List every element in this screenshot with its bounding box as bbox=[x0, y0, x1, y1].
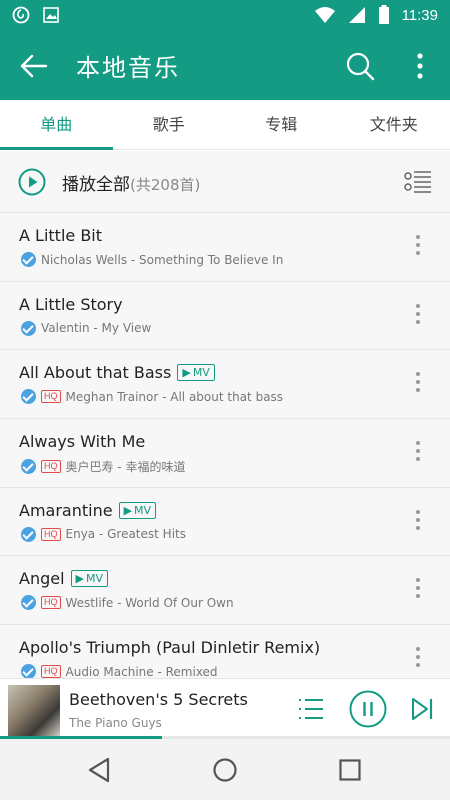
song-title: Amarantine bbox=[19, 500, 113, 520]
song-title: Angel bbox=[19, 569, 65, 589]
song-title-row: Amarantine ▶ MV bbox=[19, 500, 157, 520]
mv-badge[interactable]: ▶ MV bbox=[118, 501, 157, 519]
list-item[interactable]: Angel ▶ MV HQ Westlife - World Of Our Own bbox=[0, 556, 450, 626]
nav-back-icon[interactable] bbox=[86, 756, 114, 784]
song-subtitle: Nicholas Wells - Something To Believe In bbox=[41, 252, 284, 267]
play-all-label[interactable]: 播放全部(共208首) bbox=[62, 170, 200, 195]
album-cover[interactable] bbox=[8, 685, 60, 737]
song-more-icon[interactable] bbox=[412, 647, 424, 671]
tab-albums[interactable]: 专辑 bbox=[225, 100, 338, 149]
list-item[interactable]: All About that Bass ▶ MV HQ Meghan Traino… bbox=[0, 350, 450, 420]
hq-badge: HQ bbox=[41, 460, 61, 474]
song-more-icon[interactable] bbox=[412, 441, 424, 465]
wifi-icon bbox=[314, 7, 335, 23]
nav-recents-icon[interactable] bbox=[336, 756, 364, 784]
play-all-bar[interactable]: 播放全部(共208首) bbox=[0, 151, 450, 213]
song-meta: HQ Enya - Greatest Hits bbox=[21, 526, 186, 542]
song-list[interactable]: A Little Bit Nicholas Wells - Something … bbox=[0, 213, 450, 678]
skip-next-icon[interactable] bbox=[410, 696, 434, 722]
song-subtitle: Valentin - My View bbox=[41, 321, 152, 336]
song-subtitle: Audio Machine - Remixed bbox=[65, 664, 218, 678]
mv-badge[interactable]: ▶ MV bbox=[177, 364, 215, 382]
mv-play-icon: ▶ bbox=[75, 572, 84, 586]
tab-bar: 单曲 歌手 专辑 文件夹 bbox=[0, 100, 450, 150]
song-meta: Nicholas Wells - Something To Believe In bbox=[21, 252, 283, 267]
pause-icon[interactable] bbox=[349, 690, 387, 728]
song-subtitle: 奥户巴寿 - 幸福的味道 bbox=[65, 460, 186, 475]
song-title-row: Angel ▶ MV bbox=[19, 569, 109, 589]
song-title: Apollo's Triumph (Paul Dinletir Remix) bbox=[19, 638, 321, 658]
signal-icon bbox=[348, 7, 365, 23]
play-circle-icon[interactable] bbox=[18, 168, 46, 196]
page-title: 本地音乐 bbox=[76, 54, 180, 82]
song-count: (共208首) bbox=[130, 176, 201, 194]
app-bar: 本地音乐 bbox=[0, 32, 450, 100]
image-icon bbox=[43, 7, 59, 23]
verified-check-icon bbox=[21, 252, 36, 267]
song-subtitle: Meghan Trainor - All about that bass bbox=[65, 389, 284, 404]
clock: 11:39 bbox=[401, 6, 438, 24]
mv-label: MV bbox=[192, 366, 210, 380]
multi-select-list-icon[interactable] bbox=[404, 170, 432, 194]
song-more-icon[interactable] bbox=[412, 578, 424, 602]
verified-check-icon bbox=[21, 595, 36, 611]
battery-icon bbox=[378, 5, 389, 24]
verified-check-icon bbox=[21, 664, 36, 678]
play-all-text: 播放全部 bbox=[62, 175, 130, 195]
list-item[interactable]: Always With Me HQ 奥户巴寿 - 幸福的味道 bbox=[0, 419, 450, 488]
now-playing-artist: The Piano Guys bbox=[69, 716, 162, 730]
song-more-icon[interactable] bbox=[412, 303, 424, 328]
song-title: A Little Story bbox=[19, 294, 123, 314]
nav-home-icon[interactable] bbox=[211, 756, 239, 784]
verified-check-icon bbox=[21, 459, 36, 475]
song-more-icon[interactable] bbox=[412, 509, 424, 534]
more-vert-icon[interactable] bbox=[408, 50, 432, 82]
song-more-icon[interactable] bbox=[412, 372, 424, 396]
list-item[interactable]: Amarantine ▶ MV HQ Enya - Greatest Hits bbox=[0, 487, 450, 557]
song-meta: HQ Audio Machine - Remixed bbox=[21, 664, 218, 678]
mv-play-icon: ▶ bbox=[182, 366, 191, 380]
tab-songs[interactable]: 单曲 bbox=[0, 100, 113, 150]
tab-artists[interactable]: 歌手 bbox=[113, 100, 226, 149]
hq-badge: HQ bbox=[41, 390, 61, 404]
song-title-row: A Little Bit bbox=[19, 226, 102, 245]
status-bar: 11:39 bbox=[0, 0, 450, 32]
mv-label: MV bbox=[86, 572, 104, 586]
list-item[interactable]: Apollo's Triumph (Paul Dinletir Remix) H… bbox=[0, 625, 450, 678]
song-title-row: Always With Me bbox=[19, 432, 145, 451]
song-more-icon[interactable] bbox=[412, 235, 424, 259]
hq-badge: HQ bbox=[41, 596, 61, 610]
song-subtitle: Westlife - World Of Our Own bbox=[65, 595, 234, 610]
tab-folders[interactable]: 文件夹 bbox=[338, 100, 450, 149]
song-title-row: Apollo's Triumph (Paul Dinletir Remix) bbox=[19, 638, 320, 657]
song-title-row: All About that Bass ▶ MV bbox=[19, 363, 215, 382]
search-icon[interactable] bbox=[344, 50, 376, 82]
song-title: Always With Me bbox=[19, 432, 146, 452]
song-meta: HQ Meghan Trainor - All about that bass bbox=[21, 389, 284, 405]
song-subtitle: Enya - Greatest Hits bbox=[65, 527, 186, 542]
playlist-icon[interactable] bbox=[298, 698, 324, 720]
now-playing-title: Beethoven's 5 Secrets bbox=[69, 690, 248, 709]
back-arrow-icon[interactable] bbox=[18, 50, 50, 82]
hq-badge: HQ bbox=[41, 665, 61, 678]
song-meta: HQ 奥户巴寿 - 幸福的味道 bbox=[21, 458, 185, 475]
verified-check-icon bbox=[21, 389, 36, 405]
mv-play-icon: ▶ bbox=[123, 503, 133, 517]
song-meta: Valentin - My View bbox=[21, 320, 152, 336]
now-playing-bar[interactable]: Beethoven's 5 Secrets The Piano Guys bbox=[0, 678, 450, 738]
system-nav-bar bbox=[0, 739, 450, 800]
hq-badge: HQ bbox=[41, 527, 61, 541]
list-item[interactable]: A Little Bit Nicholas Wells - Something … bbox=[0, 213, 450, 282]
verified-check-icon bbox=[21, 320, 36, 336]
song-title: A Little Bit bbox=[19, 226, 103, 245]
mv-label: MV bbox=[134, 503, 152, 517]
mv-badge[interactable]: ▶ MV bbox=[70, 570, 109, 588]
verified-check-icon bbox=[21, 526, 36, 542]
list-item[interactable]: A Little Story Valentin - My View bbox=[0, 281, 450, 351]
netease-music-icon bbox=[12, 6, 30, 24]
song-title-row: A Little Story bbox=[19, 295, 123, 314]
song-meta: HQ Westlife - World Of Our Own bbox=[21, 595, 234, 611]
song-title: All About that Bass bbox=[19, 363, 172, 383]
